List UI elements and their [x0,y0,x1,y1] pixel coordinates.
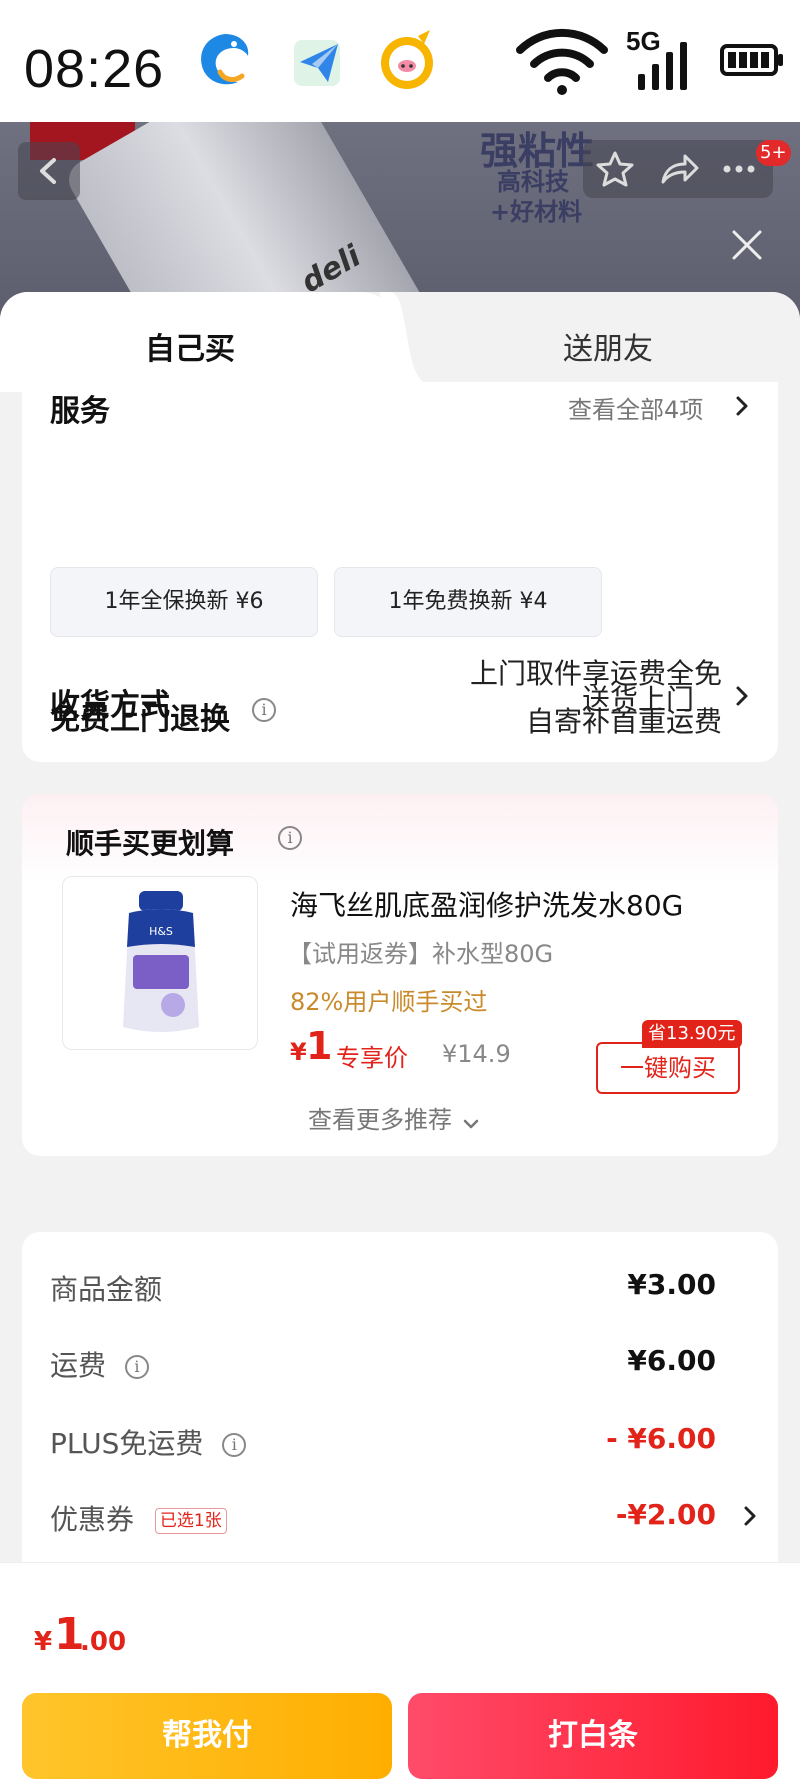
summary-row-subtotal: 商品金额 ¥3.00 [50,1268,750,1308]
product-price: 1 [306,1024,333,1068]
summary-value: ¥3.00 [627,1268,716,1301]
send-app-icon [294,40,340,86]
signal-icon [638,42,687,90]
battery-icon [720,44,783,76]
action-pill [583,140,773,198]
summary-label: 优惠券 已选1张 [50,1498,227,1538]
summary-value: - ¥6.00 [606,1422,716,1455]
tab-gift-friend[interactable]: 送朋友 [563,324,653,368]
chevron-right-icon [744,1506,756,1526]
summary-label-text: 运费 [50,1349,107,1382]
purchase-tabs: 自己买 送朋友 [0,292,800,392]
summary-label: PLUS免运费 i [50,1422,247,1462]
summary-value: -¥2.00 [615,1498,716,1531]
product-purchase-stat: 82%用户顺手买过 [290,988,488,1016]
service-view-all[interactable]: 查看全部4项 [568,390,703,425]
status-time: 08:26 [24,39,165,99]
product-name[interactable]: 海飞丝肌底盈润修护洗发水80G [290,884,683,924]
price-tag-label: 专享价 [336,1044,408,1072]
more-recommendations-label: 查看更多推荐 [308,1106,452,1134]
help-me-pay-button[interactable]: 帮我付 [22,1693,392,1779]
chevron-down-icon [463,1119,479,1128]
product-thumbnail[interactable]: H&S [62,876,258,1050]
info-icon[interactable]: i [124,1355,149,1379]
original-price: ¥14.9 [442,1040,511,1068]
summary-row-shipping: 运费 i ¥6.00 [50,1344,750,1384]
status-bar: 08:26 5G [0,0,800,122]
tab-self-buy[interactable]: 自己买 [145,324,235,368]
info-icon[interactable]: i [222,1433,247,1457]
star-icon[interactable] [593,148,637,190]
wifi-icon [516,28,608,95]
pig-app-icon [381,30,433,89]
close-icon[interactable] [728,226,766,264]
summary-row-plus-free-shipping: PLUS免运费 i - ¥6.00 [50,1422,750,1462]
save-badge: 省13.90元 [642,1020,742,1048]
share-icon[interactable] [657,148,701,190]
more-icon[interactable] [717,148,761,190]
dolphin-app-icon [201,34,249,85]
service-chip-full-protection[interactable]: 1年全保换新 ¥6 [50,567,318,637]
coupon-selected-chip: 已选1张 [154,1508,227,1534]
returns-line-2: 自寄补首重运费 [525,705,722,738]
summary-label: 运费 i [50,1344,149,1384]
service-view-all-label: 查看全部4项 [568,396,704,424]
product-spec: 【试用返券】补水型80G [288,940,554,968]
summary-label-text: 优惠券 [50,1503,135,1536]
price-currency: ¥ [290,1038,307,1066]
summary-value: ¥6.00 [627,1344,716,1377]
total-currency: ¥ [34,1627,53,1657]
returns-row: 免费上门退换 i 上门取件享运费全免 自寄补首重运费 [22,652,778,762]
returns-label: 免费上门退换 [50,702,230,737]
checkout-footer: ¥ 1 .00 帮我付 打白条 [0,1562,800,1786]
one-click-buy-button[interactable]: 一键购买 [596,1042,740,1094]
summary-row-coupon[interactable]: 优惠券 已选1张 -¥2.00 [50,1498,756,1538]
tab-curve [380,292,440,392]
info-icon[interactable]: i [278,826,302,850]
summary-label-text: PLUS免运费 [50,1427,204,1460]
service-title: 服务 [50,394,110,429]
service-chip-free-replacement[interactable]: 1年免费换新 ¥4 [334,567,602,637]
shampoo-bottle-image: H&S [123,891,199,1032]
promo-line-2: +好材料 [490,198,583,226]
info-icon[interactable]: i [252,698,276,722]
back-button[interactable] [18,142,80,200]
chevron-left-icon [40,158,56,184]
cart-badge: 5+ [756,140,791,166]
chevron-right-icon [736,396,748,416]
recommend-title: 顺手买更划算 [66,827,235,860]
recommend-card: 顺手买更划算 i H&S 海飞丝肌底盈润修护洗发水80G 【试用返券】补水型80… [22,794,778,1156]
price-summary-card: 商品金额 ¥3.00 运费 i ¥6.00 PLUS免运费 i - ¥6.00 … [22,1232,778,1572]
order-sheet: 自己买 送朋友 服务 查看全部4项 1年全保换新 ¥6 1年免费换新 ¥4 收货… [0,292,800,1786]
summary-label: 商品金额 [50,1273,163,1306]
returns-line-1: 上门取件享运费全免 [469,657,722,690]
total-decimal: .00 [80,1627,127,1657]
more-recommendations-link[interactable]: 查看更多推荐 [308,1100,481,1135]
svg-text:H&S: H&S [149,925,173,938]
baitiao-pay-button[interactable]: 打白条 [408,1693,778,1779]
